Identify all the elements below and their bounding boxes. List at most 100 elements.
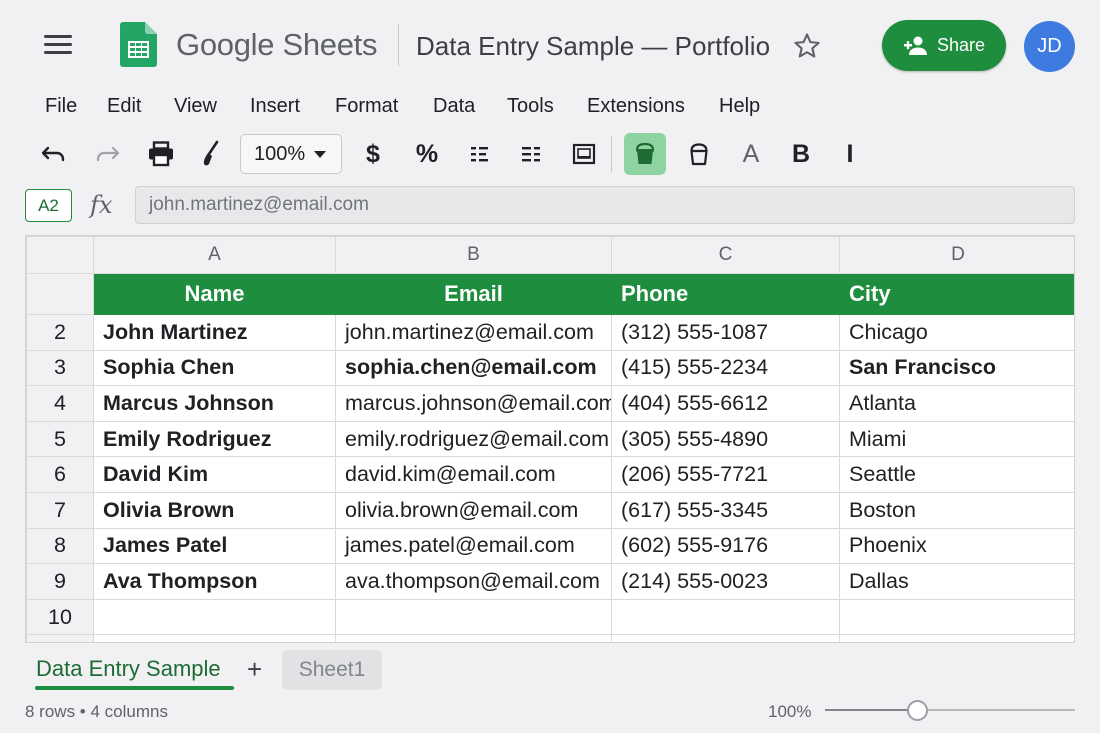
add-sheet-button[interactable]: + [247, 654, 262, 685]
menu-edit[interactable]: Edit [107, 95, 141, 118]
cell-name[interactable]: Marcus Johnson [93, 385, 336, 422]
row-header[interactable] [26, 273, 94, 315]
menu-help[interactable]: Help [719, 95, 760, 118]
name-box[interactable]: A2 [25, 189, 72, 222]
cell-name[interactable]: Olivia Brown [93, 491, 336, 529]
cell-email[interactable]: sophia.chen@email.com [335, 349, 612, 387]
bold-button[interactable]: B [786, 132, 816, 176]
row-header[interactable]: 9 [26, 563, 94, 600]
row-header[interactable]: 10 [26, 598, 94, 636]
cell-city[interactable]: Dallas [839, 563, 1074, 600]
print-button[interactable] [143, 132, 179, 176]
menu-file[interactable]: File [45, 95, 77, 118]
empty-cell[interactable] [611, 598, 840, 636]
header-cell-phone[interactable]: Phone [611, 273, 840, 315]
menu-format[interactable]: Format [335, 95, 398, 118]
cell-email[interactable]: olivia.brown@email.com [335, 491, 612, 529]
cell-city[interactable]: Seattle [839, 456, 1074, 493]
zoom-slider-handle[interactable] [907, 700, 928, 721]
main-menu-icon[interactable] [42, 34, 74, 56]
cell-phone[interactable]: (312) 555-1087 [611, 314, 840, 351]
header-cell-email[interactable]: Email [335, 273, 612, 315]
table-row [26, 634, 1074, 642]
row-header[interactable]: 4 [26, 385, 94, 422]
row-header[interactable]: 5 [26, 420, 94, 458]
share-button[interactable]: Share [882, 20, 1006, 71]
menu-tools[interactable]: Tools [507, 95, 554, 118]
cell-name[interactable]: David Kim [93, 456, 336, 493]
fill-color-button[interactable] [624, 133, 666, 175]
cell-email[interactable]: david.kim@email.com [335, 456, 612, 493]
cell-city[interactable]: Chicago [839, 314, 1074, 351]
cell-city[interactable]: Phoenix [839, 527, 1074, 565]
cell-city[interactable]: Miami [839, 420, 1074, 458]
star-icon[interactable] [792, 31, 822, 61]
border-bucket-button[interactable] [683, 132, 715, 176]
empty-cell[interactable] [335, 598, 612, 636]
cell-email[interactable]: james.patel@email.com [335, 527, 612, 565]
zoom-select[interactable]: 100% [240, 134, 342, 174]
row-header[interactable] [26, 634, 94, 642]
cell-name[interactable]: Ava Thompson [93, 563, 336, 600]
paint-format-button[interactable] [195, 132, 227, 176]
header-cell-name[interactable]: Name [93, 273, 336, 315]
cell-email[interactable]: emily.rodriguez@email.com [335, 420, 612, 458]
text-color-button[interactable]: A [736, 132, 766, 176]
formula-input[interactable]: john.martinez@email.com [135, 186, 1075, 224]
cell-city[interactable]: Atlanta [839, 385, 1074, 422]
row-header[interactable]: 7 [26, 491, 94, 529]
cell-phone[interactable]: (617) 555-3345 [611, 491, 840, 529]
sheet-tab-sheet1[interactable]: Sheet1 [282, 650, 382, 690]
table-button[interactable] [568, 132, 600, 176]
empty-cell[interactable] [839, 634, 1074, 642]
table-header-row: Name Email Phone City [26, 273, 1074, 315]
row-header[interactable]: 2 [26, 314, 94, 351]
align-right-button[interactable] [515, 132, 547, 176]
menu-view[interactable]: View [174, 95, 217, 118]
empty-cell[interactable] [335, 634, 612, 642]
empty-cell[interactable] [839, 598, 1074, 636]
cell-name[interactable]: John Martinez [93, 314, 336, 351]
column-header-c[interactable]: C [611, 236, 840, 274]
undo-button[interactable] [36, 132, 72, 176]
cell-email[interactable]: john.martinez@email.com [335, 314, 612, 351]
cell-city[interactable]: San Francisco [839, 349, 1074, 387]
row-header[interactable]: 6 [26, 456, 94, 493]
cell-name[interactable]: Sophia Chen [93, 349, 336, 387]
redo-button[interactable] [89, 132, 125, 176]
menu-data[interactable]: Data [433, 95, 475, 118]
cell-phone[interactable]: (602) 555-9176 [611, 527, 840, 565]
cell-email[interactable]: ava.thompson@email.com [335, 563, 612, 600]
cell-phone[interactable]: (305) 555-4890 [611, 420, 840, 458]
cell-email[interactable]: marcus.johnson@email.com [335, 385, 612, 422]
table-icon [572, 143, 596, 165]
column-header-a[interactable]: A [93, 236, 336, 274]
document-title[interactable]: Data Entry Sample — Portfolio [416, 31, 770, 62]
currency-format-button[interactable]: $ [358, 132, 388, 176]
user-avatar[interactable]: JD [1024, 21, 1075, 72]
cell-phone[interactable]: (206) 555-7721 [611, 456, 840, 493]
empty-cell[interactable] [93, 598, 336, 636]
menu-extensions[interactable]: Extensions [587, 95, 685, 118]
select-all-corner[interactable] [26, 236, 94, 274]
cell-name[interactable]: Emily Rodriguez [93, 420, 336, 458]
column-header-b[interactable]: B [335, 236, 612, 274]
italic-button[interactable]: I [836, 132, 864, 176]
sheets-logo-icon [120, 22, 157, 67]
empty-cell[interactable] [611, 634, 840, 642]
cell-phone[interactable]: (404) 555-6612 [611, 385, 840, 422]
percent-format-button[interactable]: % [410, 132, 444, 176]
sheet-tab-active[interactable]: Data Entry Sample [36, 656, 221, 682]
column-header-d[interactable]: D [839, 236, 1074, 274]
cell-name[interactable]: James Patel [93, 527, 336, 565]
header-cell-city[interactable]: City [839, 273, 1074, 315]
cell-phone[interactable]: (214) 555-0023 [611, 563, 840, 600]
cell-phone[interactable]: (415) 555-2234 [611, 349, 840, 387]
cell-city[interactable]: Boston [839, 491, 1074, 529]
empty-cell[interactable] [93, 634, 336, 642]
row-header[interactable]: 8 [26, 527, 94, 565]
align-left-icon [471, 147, 488, 162]
row-header[interactable]: 3 [26, 349, 94, 387]
align-left-button[interactable] [464, 132, 496, 176]
menu-insert[interactable]: Insert [250, 95, 300, 118]
